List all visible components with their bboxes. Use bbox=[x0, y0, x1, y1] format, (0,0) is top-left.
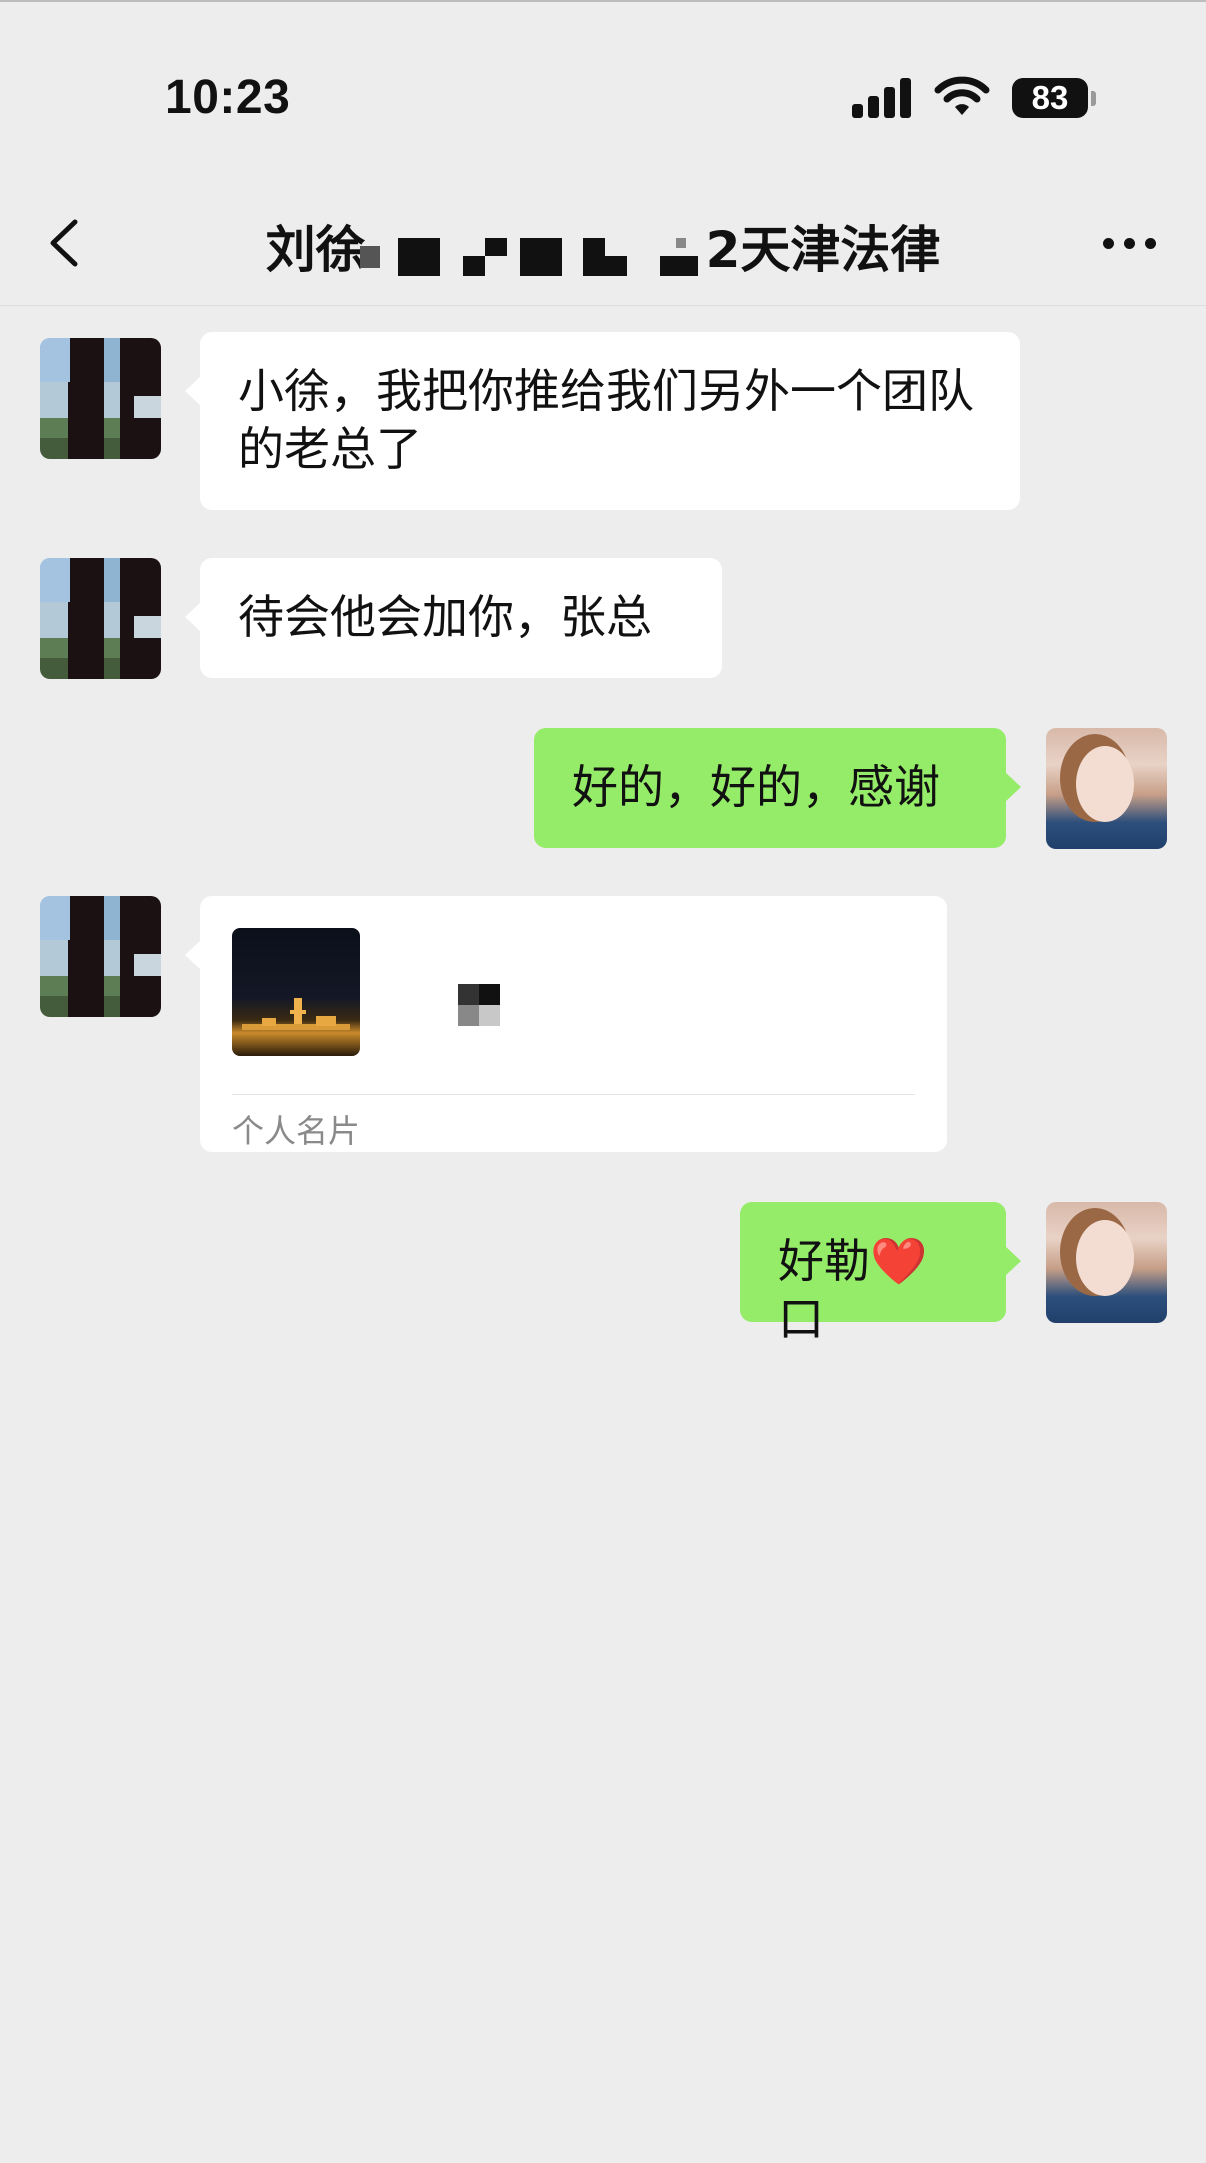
status-time: 10:23 bbox=[165, 71, 291, 124]
battery-tip bbox=[1091, 91, 1096, 106]
back-chevron-icon[interactable] bbox=[45, 218, 85, 268]
message-text: 口 bbox=[778, 1292, 824, 1346]
title-redaction-mosaic bbox=[358, 238, 698, 292]
signal-icon bbox=[852, 76, 912, 118]
incoming-message-bubble[interactable]: 待会他会加你，张总 bbox=[185, 558, 722, 678]
contact-avatar[interactable] bbox=[40, 338, 161, 459]
status-bar: 10:23 83 bbox=[0, 0, 1206, 180]
self-avatar[interactable] bbox=[1046, 728, 1167, 849]
card-thumbnail-image bbox=[232, 928, 360, 1056]
card-type-label: 个人名片 bbox=[232, 1112, 361, 1150]
incoming-message-bubble[interactable]: 小徐，我把你推给我们另外一个团队的老总了 bbox=[185, 332, 1020, 510]
outgoing-message-bubble[interactable]: 好的，好的，感谢 bbox=[534, 728, 1021, 848]
message-text: 好的，好的，感谢 bbox=[572, 760, 940, 814]
battery-icon: 83 bbox=[1012, 78, 1088, 118]
wifi-icon bbox=[934, 76, 990, 115]
outgoing-message-bubble[interactable]: 好勒❤️ 口 bbox=[740, 1202, 1021, 1346]
card-divider bbox=[232, 1094, 915, 1095]
message-text: 小徐，我把你推给我们另外一个团队的老总了 bbox=[238, 364, 974, 476]
heart-emoji: ❤️ bbox=[870, 1234, 928, 1288]
chat-title-suffix: 2天津法律 bbox=[705, 221, 941, 279]
self-avatar[interactable] bbox=[1046, 1202, 1167, 1323]
contact-card-message[interactable]: 个人名片 bbox=[185, 896, 947, 1152]
chat-message-list[interactable]: 小徐，我把你推给我们另外一个团队的老总了 待会他会加你，张总 好的，好的，感谢 … bbox=[0, 306, 1206, 2163]
contact-avatar[interactable] bbox=[40, 558, 161, 679]
contact-avatar[interactable] bbox=[40, 896, 161, 1017]
avatar-face bbox=[1076, 1220, 1134, 1296]
avatar-face bbox=[1076, 746, 1134, 822]
message-text: 待会他会加你，张总 bbox=[238, 590, 652, 644]
chat-header: 刘徐 2天津法律 bbox=[0, 180, 1206, 306]
message-text: 好勒 bbox=[778, 1234, 870, 1288]
card-name-redaction bbox=[458, 984, 500, 1026]
chat-title-prefix: 刘徐 bbox=[265, 221, 366, 279]
more-dots-icon[interactable] bbox=[1100, 234, 1160, 254]
